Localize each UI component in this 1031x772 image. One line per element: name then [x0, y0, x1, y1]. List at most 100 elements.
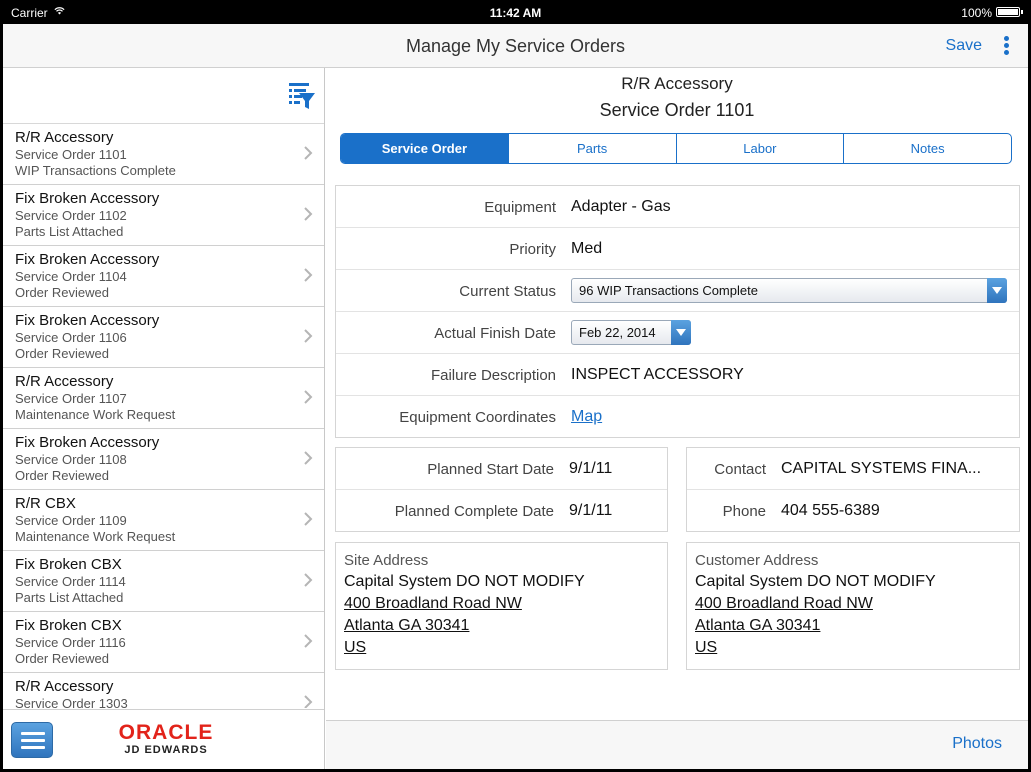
list-item[interactable]: R/R CBX Service Order 1109 Maintenance W… — [3, 490, 324, 551]
list-item[interactable]: Fix Broken Accessory Service Order 1106 … — [3, 307, 324, 368]
contact-value: CAPITAL SYSTEMS FINA... — [781, 460, 982, 477]
list-item[interactable]: Fix Broken CBX Service Order 1116 Order … — [3, 612, 324, 673]
chevron-down-icon — [671, 320, 691, 345]
chevron-right-icon — [304, 573, 313, 587]
list-item-title: R/R Accessory — [15, 129, 114, 146]
chevron-right-icon — [304, 634, 313, 648]
site-address-line1-link[interactable]: 400 Broadland Road NW — [344, 593, 659, 615]
clock: 11:42 AM — [489, 6, 542, 20]
customer-address-heading: Customer Address — [695, 552, 819, 569]
customer-address-name: Capital System DO NOT MODIFY — [695, 573, 936, 590]
menu-icon[interactable] — [11, 722, 53, 758]
current-status-row: Current Status 96 WIP Transactions Compl… — [336, 270, 1019, 312]
list-item-order: Service Order 1101 — [15, 147, 127, 162]
battery-icon — [996, 7, 1023, 17]
failure-description-value: INSPECT ACCESSORY — [571, 366, 744, 383]
battery-percent: 100% — [961, 6, 992, 20]
service-order-detail: R/R Accessory Service Order 1101 Service… — [326, 68, 1028, 769]
failure-description-row: Failure Description INSPECT ACCESSORY — [336, 354, 1019, 396]
actual-finish-date-label: Actual Finish Date — [434, 325, 556, 342]
current-status-select[interactable]: 96 WIP Transactions Complete — [571, 278, 1007, 303]
equipment-coordinates-row: Equipment Coordinates Map — [336, 396, 1019, 438]
list-item[interactable]: R/R Accessory Service Order 1303 — [3, 673, 324, 708]
detail-subtitle: Service Order 1101 — [599, 100, 755, 120]
contact-row: Contact CAPITAL SYSTEMS FINA... — [687, 448, 1019, 490]
current-status-label: Current Status — [459, 283, 556, 300]
logo-brand: ORACLE — [118, 721, 214, 744]
service-order-list-panel: R/R Accessory Service Order 1101 WIP Tra… — [3, 68, 325, 769]
priority-value: Med — [571, 240, 603, 257]
list-item-order: Service Order 1106 — [15, 330, 127, 345]
filter-bar — [3, 68, 324, 124]
list-item-status: Order Reviewed — [15, 346, 109, 361]
chevron-right-icon — [304, 451, 313, 465]
list-item-status: Order Reviewed — [15, 651, 109, 666]
priority-label: Priority — [509, 241, 556, 258]
list-item-order: Service Order 1116 — [15, 635, 126, 650]
tab-notes[interactable]: Notes — [844, 134, 1011, 163]
chevron-right-icon — [304, 695, 313, 708]
failure-description-label: Failure Description — [430, 367, 556, 384]
list-item-title: Fix Broken Accessory — [15, 312, 160, 329]
chevron-right-icon — [304, 207, 313, 221]
chevron-right-icon — [304, 146, 313, 160]
app-frame: Carrier 11:42 AM 100% Manage My Service … — [3, 0, 1028, 769]
contact-label: Contact — [714, 461, 766, 478]
chevron-right-icon — [304, 329, 313, 343]
service-order-list: R/R Accessory Service Order 1101 WIP Tra… — [3, 124, 324, 708]
list-item-title: R/R CBX — [15, 495, 76, 512]
filter-icon[interactable] — [288, 81, 316, 111]
equipment-coordinates-label: Equipment Coordinates — [399, 409, 556, 426]
navigation-bar: Manage My Service Orders Save — [3, 24, 1028, 68]
tab-labor[interactable]: Labor — [677, 134, 845, 163]
site-address-country-link[interactable]: US — [344, 637, 659, 659]
planned-complete-value: 9/1/11 — [569, 502, 613, 519]
list-item-title: Fix Broken Accessory — [15, 434, 160, 451]
priority-row: Priority Med — [336, 228, 1019, 270]
site-address-panel: Site Address Capital System DO NOT MODIF… — [335, 542, 668, 670]
equipment-value: Adapter - Gas — [571, 198, 671, 215]
list-item-title: Fix Broken CBX — [15, 556, 122, 573]
list-item[interactable]: R/R Accessory Service Order 1101 WIP Tra… — [3, 124, 324, 185]
chevron-right-icon — [304, 390, 313, 404]
tab-parts[interactable]: Parts — [509, 134, 677, 163]
sidebar-footer: ORACLE JD EDWARDS — [3, 709, 324, 769]
planned-start-value: 9/1/11 — [569, 460, 613, 477]
list-item-title: R/R Accessory — [15, 678, 114, 695]
list-item-status: Order Reviewed — [15, 285, 109, 300]
equipment-label: Equipment — [484, 199, 556, 216]
list-item-title: R/R Accessory — [15, 373, 114, 390]
site-address-heading: Site Address — [344, 552, 429, 569]
list-item[interactable]: Fix Broken CBX Service Order 1114 Parts … — [3, 551, 324, 612]
list-item-title: Fix Broken Accessory — [15, 251, 160, 268]
list-item-order: Service Order 1104 — [15, 269, 127, 284]
actual-finish-date-picker[interactable]: Feb 22, 2014 — [571, 320, 691, 345]
current-status-value: 96 WIP Transactions Complete — [579, 283, 758, 298]
chevron-right-icon — [304, 268, 313, 282]
list-item[interactable]: Fix Broken Accessory Service Order 1102 … — [3, 185, 324, 246]
chevron-right-icon — [304, 512, 313, 526]
customer-address-line2-link[interactable]: Atlanta GA 30341 — [695, 615, 1011, 637]
list-item[interactable]: Fix Broken Accessory Service Order 1104 … — [3, 246, 324, 307]
save-button[interactable]: Save — [946, 37, 982, 55]
list-item-order: Service Order 1114 — [15, 574, 126, 589]
customer-address-panel: Customer Address Capital System DO NOT M… — [686, 542, 1020, 670]
customer-address-country-link[interactable]: US — [695, 637, 1011, 659]
photos-button[interactable]: Photos — [952, 735, 1002, 753]
more-options-icon[interactable] — [1004, 36, 1010, 56]
actual-finish-date-row: Actual Finish Date Feb 22, 2014 — [336, 312, 1019, 354]
site-address-line2-link[interactable]: Atlanta GA 30341 — [344, 615, 659, 637]
chevron-down-icon — [987, 278, 1007, 303]
phone-label: Phone — [722, 503, 766, 520]
tab-service-order[interactable]: Service Order — [341, 134, 509, 163]
service-order-fields: Equipment Adapter - Gas Priority Med Cur… — [335, 185, 1020, 438]
list-item-order: Service Order 1108 — [15, 452, 127, 467]
map-link[interactable]: Map — [571, 408, 602, 426]
list-item[interactable]: Fix Broken Accessory Service Order 1108 … — [3, 429, 324, 490]
list-item[interactable]: R/R Accessory Service Order 1107 Mainten… — [3, 368, 324, 429]
list-item-status: Maintenance Work Request — [15, 529, 176, 544]
site-address-name: Capital System DO NOT MODIFY — [344, 573, 585, 590]
list-item-status: Maintenance Work Request — [15, 407, 176, 422]
planned-start-row: Planned Start Date 9/1/11 — [336, 448, 667, 490]
customer-address-line1-link[interactable]: 400 Broadland Road NW — [695, 593, 1011, 615]
